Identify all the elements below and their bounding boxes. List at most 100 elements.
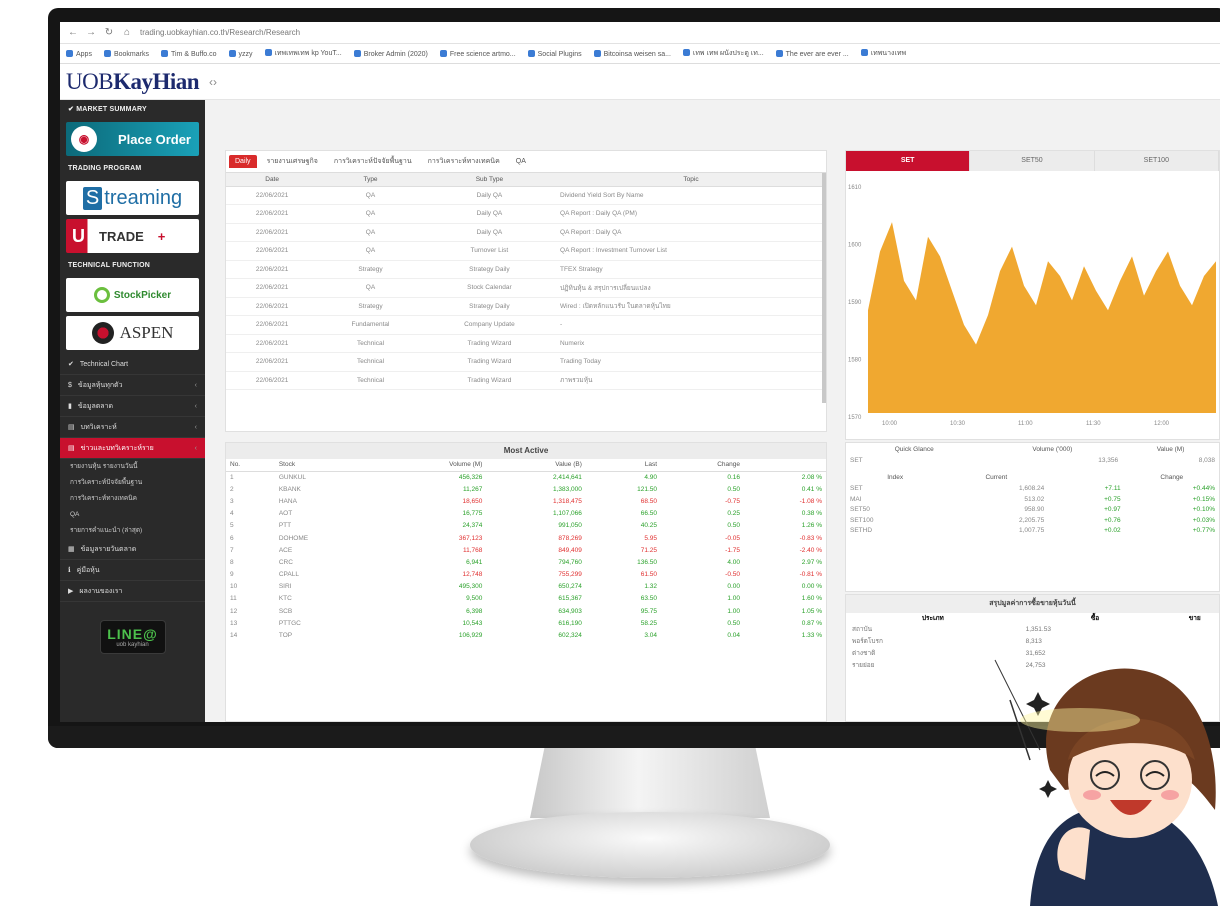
column-header[interactable]: Stock <box>274 459 376 472</box>
table-row[interactable]: 2 KBANK 11,267 1,383,000 121.50 0.50 0.41 % <box>226 483 826 495</box>
bookmark-item[interactable]: Social Plugins <box>527 49 582 58</box>
column-header[interactable]: No. <box>226 459 275 472</box>
table-row[interactable]: 22/06/2021 QA Turnover List QA Report : Inv… <box>226 241 826 261</box>
bookmark-item[interactable]: yzzy <box>228 49 253 58</box>
url-text[interactable]: trading.uobkayhian.co.th/Research/Resear… <box>140 28 300 37</box>
column-header[interactable]: Change <box>661 459 744 472</box>
sidebar-submenu-item[interactable]: การวิเคราะห์ทางเทคนิค <box>60 491 205 507</box>
sidebar-menu-item[interactable]: ▦ ข้อมูลรายวันตลาด <box>60 539 205 560</box>
line-badge-button[interactable]: LINE@ uob kayhian <box>99 620 166 654</box>
table-row[interactable]: 4 AOT 16,775 1,107,066 66.50 0.25 0.38 % <box>226 508 826 520</box>
table-cell: 991,050 <box>558 522 582 530</box>
sidebar-menu-item[interactable]: ▤ บทวิเคราะห์ ‹ <box>60 417 205 438</box>
table-row[interactable]: 22/06/2021 Fundamental Company Update - <box>226 315 826 335</box>
trade-button[interactable]: U TRADE + <box>66 219 199 253</box>
bookmark-item[interactable]: เทพนางเทพ <box>860 48 906 59</box>
table-row[interactable]: 9 CPALL 12,748 755,299 61.50 -0.50 -0.81 % <box>226 569 826 581</box>
sidebar-menu-item[interactable]: $ ข้อมูลหุ้นทุกตัว ‹ <box>60 375 205 396</box>
bookmark-item[interactable]: เทพเทพเทพ kp YouT... <box>264 48 342 59</box>
bookmark-item[interactable]: เทพ เทพ ผนังประตู เท... <box>682 48 764 59</box>
table-cell: Daily QA <box>422 186 557 205</box>
table-row[interactable]: 22/06/2021 QA Daily QA QA Report : Daily QA… <box>226 204 826 224</box>
research-tab[interactable]: Daily <box>229 155 257 168</box>
table-row[interactable]: 22/06/2021 Technical Trading Wizard Numerix <box>226 334 826 353</box>
sidebar-toggle-icon[interactable]: ‹› <box>209 75 217 89</box>
table-row[interactable]: SET 1,608.24 +7.11 +0.44% <box>846 484 1219 495</box>
research-tab[interactable]: รายงานเศรษฐกิจ <box>261 153 324 170</box>
market-summary-link[interactable]: ✔ MARKET SUMMARY <box>60 100 205 118</box>
bookmark-item[interactable]: Tim & Buffo.co <box>160 49 217 58</box>
table-row[interactable]: 22/06/2021 Technical Trading Wizard ภาพรวมห… <box>226 371 826 390</box>
column-header[interactable]: Value (B) <box>486 459 586 472</box>
table-row[interactable]: 22/06/2021 QA Daily QA Dividend Yield Sort … <box>226 186 826 205</box>
sidebar-submenu-item[interactable]: QA <box>60 507 205 523</box>
sidebar-menu-item[interactable]: ▤ ข่าวและบทวิเคราะห์ราย ‹ <box>60 438 205 459</box>
table-cell: 6,941 <box>466 558 483 566</box>
table-row[interactable]: 5 PTT 24,374 991,050 40.25 0.50 1.26 % <box>226 520 826 532</box>
column-header[interactable]: Volume (M) <box>375 459 487 472</box>
table-row[interactable]: 12 SCB 6,398 634,903 95.75 1.00 1.05 % <box>226 605 826 617</box>
bookmark-item[interactable]: Broker Admin (2020) <box>353 49 428 58</box>
research-scrollbar[interactable] <box>822 173 826 403</box>
column-header[interactable]: Type <box>318 173 423 187</box>
bookmark-item[interactable]: The ever are ever ... <box>775 49 849 58</box>
chart-tab[interactable]: SET100 <box>1094 151 1219 171</box>
table-row[interactable]: 6 DOHOME 367,123 878,269 5.95 -0.05 -0.83 % <box>226 532 826 544</box>
column-header[interactable]: Date <box>226 173 319 187</box>
table-row[interactable]: 14 TOP 106,929 602,324 3.04 0.04 1.33 % <box>226 629 826 641</box>
table-row[interactable]: 7 ACE 11,768 849,409 71.25 -1.75 -2.40 % <box>226 544 826 556</box>
chart-tab[interactable]: SET <box>846 151 971 171</box>
sidebar-menu-item[interactable]: ✔ Technical Chart <box>60 354 205 375</box>
home-icon[interactable]: ⌂ <box>122 27 132 38</box>
table-row[interactable]: 22/06/2021 QA Daily QA QA Report : Daily QA <box>226 223 826 242</box>
stockpicker-button[interactable]: StockPicker <box>66 278 199 312</box>
sidebar-submenu-item[interactable]: รายการคำแนะนำ (ล่าสุด) <box>60 523 205 539</box>
column-header[interactable]: Sub Type <box>422 173 557 187</box>
table-row[interactable]: 1 GUNKUL 456,326 2,414,641 4.90 0.16 2.08 % <box>226 471 826 483</box>
table-cell: +7.11 <box>1104 485 1121 493</box>
uob-kayhian-logo[interactable]: UOBKayHian <box>66 69 200 95</box>
table-row[interactable]: 13 PTTGC 10,543 616,190 58.25 0.50 0.87 % <box>226 617 826 629</box>
table-row[interactable]: 22/06/2021 Technical Trading Wizard Trading… <box>226 352 826 372</box>
research-tab[interactable]: การวิเคราะห์ทางเทคนิค <box>422 153 506 170</box>
reload-icon[interactable]: ↻ <box>104 27 114 38</box>
column-header[interactable]: Topic <box>556 173 826 187</box>
quick-glance-panel: Quick Glance Volume ('000) Value (M) SET 13… <box>845 442 1220 592</box>
column-header[interactable] <box>744 459 826 472</box>
bookmark-item[interactable]: Apps <box>66 49 92 58</box>
research-tab[interactable]: QA <box>510 155 532 168</box>
back-icon[interactable]: ← <box>68 27 78 38</box>
sidebar-menu-item[interactable]: ℹ คู่มือหุ้น <box>60 560 205 581</box>
streaming-button[interactable]: Streaming <box>66 181 199 215</box>
place-order-button[interactable]: ◉ Place Order <box>66 122 199 156</box>
table-cell: 24,374 <box>462 522 483 530</box>
bookmark-item[interactable]: Bitcoinsa weisen sa... <box>593 49 671 58</box>
table-row[interactable]: 8 CRC 6,941 794,760 136.50 4.00 2.97 % <box>226 556 826 568</box>
table-row[interactable]: 22/06/2021 Strategy Strategy Daily Wired : … <box>226 297 826 316</box>
table-row[interactable]: SET50 958.90 +0.97 +0.10% <box>846 505 1219 516</box>
bookmark-favicon-icon <box>160 49 168 57</box>
bookmark-item[interactable]: Free science artmo... <box>439 49 516 58</box>
sidebar-menu-item[interactable]: ▶ ผลงานของเรา <box>60 581 205 602</box>
table-row[interactable]: 3 HANA 18,650 1,318,475 68.50 -0.75 -1.08 % <box>226 495 826 507</box>
forward-icon[interactable]: → <box>86 27 96 38</box>
bookmark-item[interactable]: Bookmarks <box>103 49 149 58</box>
table-row[interactable]: SET100 2,205.75 +0.76 +0.03% <box>846 515 1219 526</box>
aspen-button[interactable]: ASPEN <box>66 316 199 350</box>
column-header[interactable]: Last <box>585 459 662 472</box>
table-row[interactable]: 22/06/2021 QA Stock Calendar ปฏิทินหุ้น & ส… <box>226 278 826 298</box>
sidebar-menu-item[interactable]: ▮ ข้อมูลตลาด ‹ <box>60 396 205 417</box>
table-row[interactable]: SETHD 1,007.75 +0.02 +0.77% <box>846 526 1219 537</box>
research-tab[interactable]: การวิเคราะห์ปัจจัยพื้นฐาน <box>328 153 418 170</box>
sidebar-menu-label: ข่าวและบทวิเคราะห์ราย <box>80 444 154 452</box>
table-row[interactable]: 10 SIRI 495,300 650,274 1.32 0.00 0.00 % <box>226 581 826 593</box>
sidebar-submenu-item[interactable]: การวิเคราะห์ปัจจัยพื้นฐาน <box>60 475 205 491</box>
chart-tab[interactable]: SET50 <box>970 151 1095 171</box>
sidebar-submenu-item[interactable]: รายงานหุ้น รายงานวันนี้ <box>60 459 205 475</box>
table-row[interactable]: 11 KTC 9,500 615,367 63.50 1.00 1.60 % <box>226 593 826 605</box>
set-index-chart[interactable]: 1610 1600 1590 1580 1570 10:00 10:30 11:00 11:30… <box>846 173 1220 439</box>
table-cell: Technical <box>318 371 423 390</box>
table-row[interactable]: MAI 513.02 +0.75 +0.15% <box>846 494 1219 505</box>
bookmark-favicon-icon <box>593 49 601 57</box>
table-row[interactable]: 22/06/2021 Strategy Strategy Daily TFEX Str… <box>226 260 826 279</box>
